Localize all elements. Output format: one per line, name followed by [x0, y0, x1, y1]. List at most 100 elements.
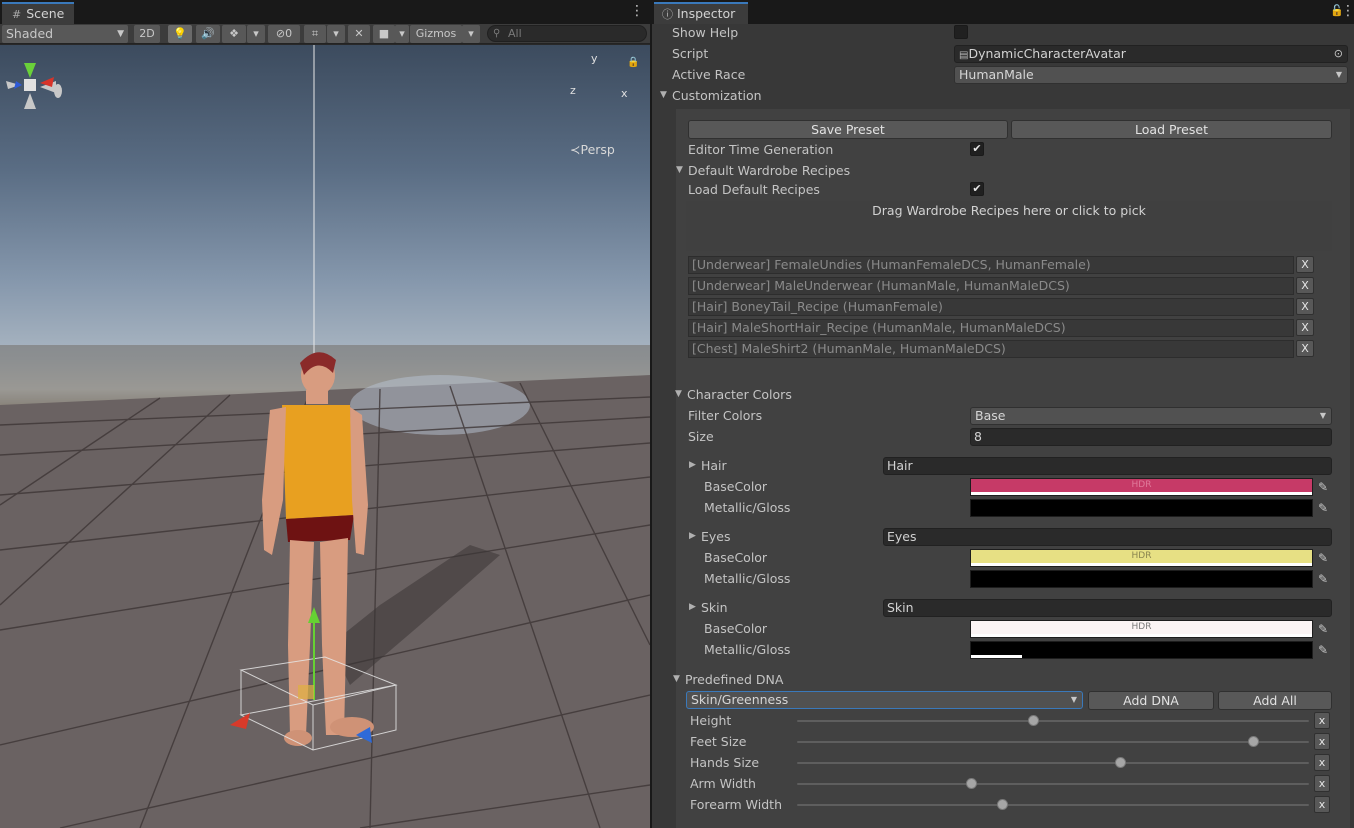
save-preset-button[interactable]: Save Preset — [688, 120, 1008, 139]
color-group-name[interactable]: Skin — [701, 600, 728, 615]
tools-icon[interactable]: ✕ — [348, 25, 370, 43]
recipe-drop-zone[interactable]: Drag Wardrobe Recipes here or click to p… — [686, 201, 1332, 251]
remove-dna-label: x — [1318, 798, 1326, 811]
color-group-foldout-icon[interactable]: ▶ — [689, 600, 696, 615]
recipe-item[interactable]: [Hair] MaleShortHair_Recipe (HumanMale, … — [688, 319, 1294, 337]
dna-label: Forearm Width — [690, 797, 782, 812]
customization-header[interactable]: Customization — [672, 88, 762, 103]
color-group-name-field[interactable]: Skin — [883, 599, 1332, 617]
customization-foldout-icon[interactable]: ▼ — [660, 88, 667, 103]
hidden-objects-toggle[interactable]: ⊘0 — [268, 25, 300, 43]
filter-colors-dropdown[interactable]: Base ▼ — [970, 407, 1332, 425]
eyedropper-icon[interactable]: ✎ — [1314, 620, 1332, 638]
scene-search-input[interactable]: ⚲ All — [487, 25, 647, 42]
remove-recipe-button[interactable]: X — [1296, 256, 1314, 273]
load-preset-button[interactable]: Load Preset — [1011, 120, 1332, 139]
toggle-2d-button[interactable]: 2D — [134, 25, 160, 43]
lighting-toggle-icon[interactable]: 💡 — [168, 25, 192, 43]
color-group-name-field[interactable]: Eyes — [883, 528, 1332, 546]
grid-toggle-icon[interactable]: ⌗ — [304, 25, 326, 43]
character-colors-header[interactable]: Character Colors — [687, 387, 792, 402]
base-color-swatch[interactable]: HDR — [970, 620, 1313, 638]
remove-dna-button[interactable]: x — [1314, 712, 1330, 729]
metallic-gloss-swatch[interactable] — [970, 499, 1313, 517]
dna-slider-track[interactable] — [797, 720, 1309, 722]
inspector-panel: ⓘ Inspector 🔓 ⋮ Show Help Script ▤Dynamic… — [652, 0, 1354, 828]
dna-slider-thumb[interactable] — [1027, 715, 1039, 726]
eyedropper-icon[interactable]: ✎ — [1314, 641, 1332, 659]
color-group-foldout-icon[interactable]: ▶ — [689, 529, 696, 544]
eyedropper-icon[interactable]: ✎ — [1314, 499, 1332, 517]
editor-time-generation-checkbox[interactable]: ✔ — [970, 142, 984, 156]
dna-slider-track[interactable] — [797, 741, 1309, 743]
color-group-name[interactable]: Eyes — [701, 529, 731, 544]
color-group-foldout-icon[interactable]: ▶ — [689, 458, 696, 473]
inspector-more-menu-icon[interactable]: ⋮ — [1341, 3, 1354, 19]
predefined-dna-foldout-icon[interactable]: ▼ — [673, 672, 680, 687]
remove-dna-button[interactable]: x — [1314, 775, 1330, 792]
scene-more-menu-icon[interactable]: ⋮ — [630, 3, 644, 19]
remove-dna-button[interactable]: x — [1314, 754, 1330, 771]
script-field[interactable]: ▤DynamicCharacterAvatar ⊙ — [954, 45, 1348, 63]
remove-recipe-label: X — [1301, 300, 1309, 313]
recipe-item[interactable]: [Hair] BoneyTail_Recipe (HumanFemale) — [688, 298, 1294, 316]
camera-dropdown-icon[interactable]: ▾ — [395, 25, 409, 43]
recipe-item[interactable]: [Underwear] FemaleUndies (HumanFemaleDCS… — [688, 256, 1294, 274]
audio-toggle-icon[interactable]: 🔊 — [196, 25, 220, 43]
dna-slider-thumb[interactable] — [1247, 736, 1259, 747]
eyedropper-icon[interactable]: ✎ — [1314, 478, 1332, 496]
tab-scene[interactable]: # Scene — [2, 2, 75, 24]
effects-toggle-icon[interactable]: ❖ — [222, 25, 246, 43]
default-wardrobe-recipes-header[interactable]: Default Wardrobe Recipes — [688, 163, 850, 178]
recipe-item[interactable]: [Chest] MaleShirt2 (HumanMale, HumanMale… — [688, 340, 1294, 358]
dna-slider-track[interactable] — [797, 804, 1309, 806]
load-default-recipes-checkbox[interactable]: ✔ — [970, 182, 984, 196]
color-group-name-field[interactable]: Hair — [883, 457, 1332, 475]
recipe-item[interactable]: [Underwear] MaleUnderwear (HumanMale, Hu… — [688, 277, 1294, 295]
perspective-toggle[interactable]: ≺Persp — [570, 142, 615, 157]
remove-recipe-button[interactable]: X — [1296, 277, 1314, 294]
dna-slider-track[interactable] — [797, 783, 1309, 785]
eyedropper-icon[interactable]: ✎ — [1314, 549, 1332, 567]
remove-dna-button[interactable]: x — [1314, 796, 1330, 813]
orientation-gizmo[interactable] — [0, 45, 70, 125]
effects-dropdown-icon[interactable]: ▾ — [247, 25, 265, 43]
dna-slider-thumb[interactable] — [996, 799, 1008, 810]
gizmos-button[interactable]: Gizmos — [410, 25, 462, 43]
remove-dna-button[interactable]: x — [1314, 733, 1330, 750]
predefined-dna-header[interactable]: Predefined DNA — [685, 672, 783, 687]
remove-recipe-button[interactable]: X — [1296, 340, 1314, 357]
remove-recipe-label: X — [1301, 342, 1309, 355]
base-color-swatch[interactable]: HDR — [970, 478, 1313, 496]
add-all-button[interactable]: Add All — [1218, 691, 1332, 710]
grid-dropdown-icon[interactable]: ▾ — [327, 25, 345, 43]
show-help-checkbox[interactable] — [954, 25, 968, 39]
persp-label: Persp — [580, 142, 615, 157]
remove-recipe-button[interactable]: X — [1296, 298, 1314, 315]
dna-label: Height — [690, 713, 732, 728]
scene-viewport[interactable]: y x z 🔒 ≺Persp — [0, 45, 650, 828]
color-group-name[interactable]: Hair — [701, 458, 727, 473]
info-icon: ⓘ — [662, 8, 673, 21]
search-icon: ⚲ — [493, 28, 501, 39]
camera-icon[interactable]: ■ — [373, 25, 395, 43]
shading-mode-dropdown[interactable]: Shaded ▼ — [2, 25, 128, 43]
lock-icon[interactable]: 🔒 — [627, 57, 639, 68]
tab-inspector[interactable]: ⓘ Inspector — [654, 2, 748, 24]
character-colors-foldout-icon[interactable]: ▼ — [675, 387, 682, 402]
dna-slider-track[interactable] — [797, 762, 1309, 764]
active-race-dropdown[interactable]: HumanMale ▼ — [954, 66, 1348, 84]
remove-recipe-button[interactable]: X — [1296, 319, 1314, 336]
dna-slider-thumb[interactable] — [966, 778, 978, 789]
gizmos-dropdown-icon[interactable]: ▾ — [462, 25, 480, 43]
dna-slider-thumb[interactable] — [1114, 757, 1126, 768]
dna-select-dropdown[interactable]: Skin/Greenness ▼ — [686, 691, 1083, 709]
metallic-gloss-swatch[interactable] — [970, 570, 1313, 588]
size-field[interactable]: 8 — [970, 428, 1332, 446]
add-dna-button[interactable]: Add DNA — [1088, 691, 1214, 710]
object-picker-icon[interactable]: ⊙ — [1334, 46, 1343, 62]
eyedropper-icon[interactable]: ✎ — [1314, 570, 1332, 588]
metallic-gloss-swatch[interactable] — [970, 641, 1313, 659]
wardrobe-recipes-foldout-icon[interactable]: ▼ — [676, 163, 683, 178]
base-color-swatch[interactable]: HDR — [970, 549, 1313, 567]
